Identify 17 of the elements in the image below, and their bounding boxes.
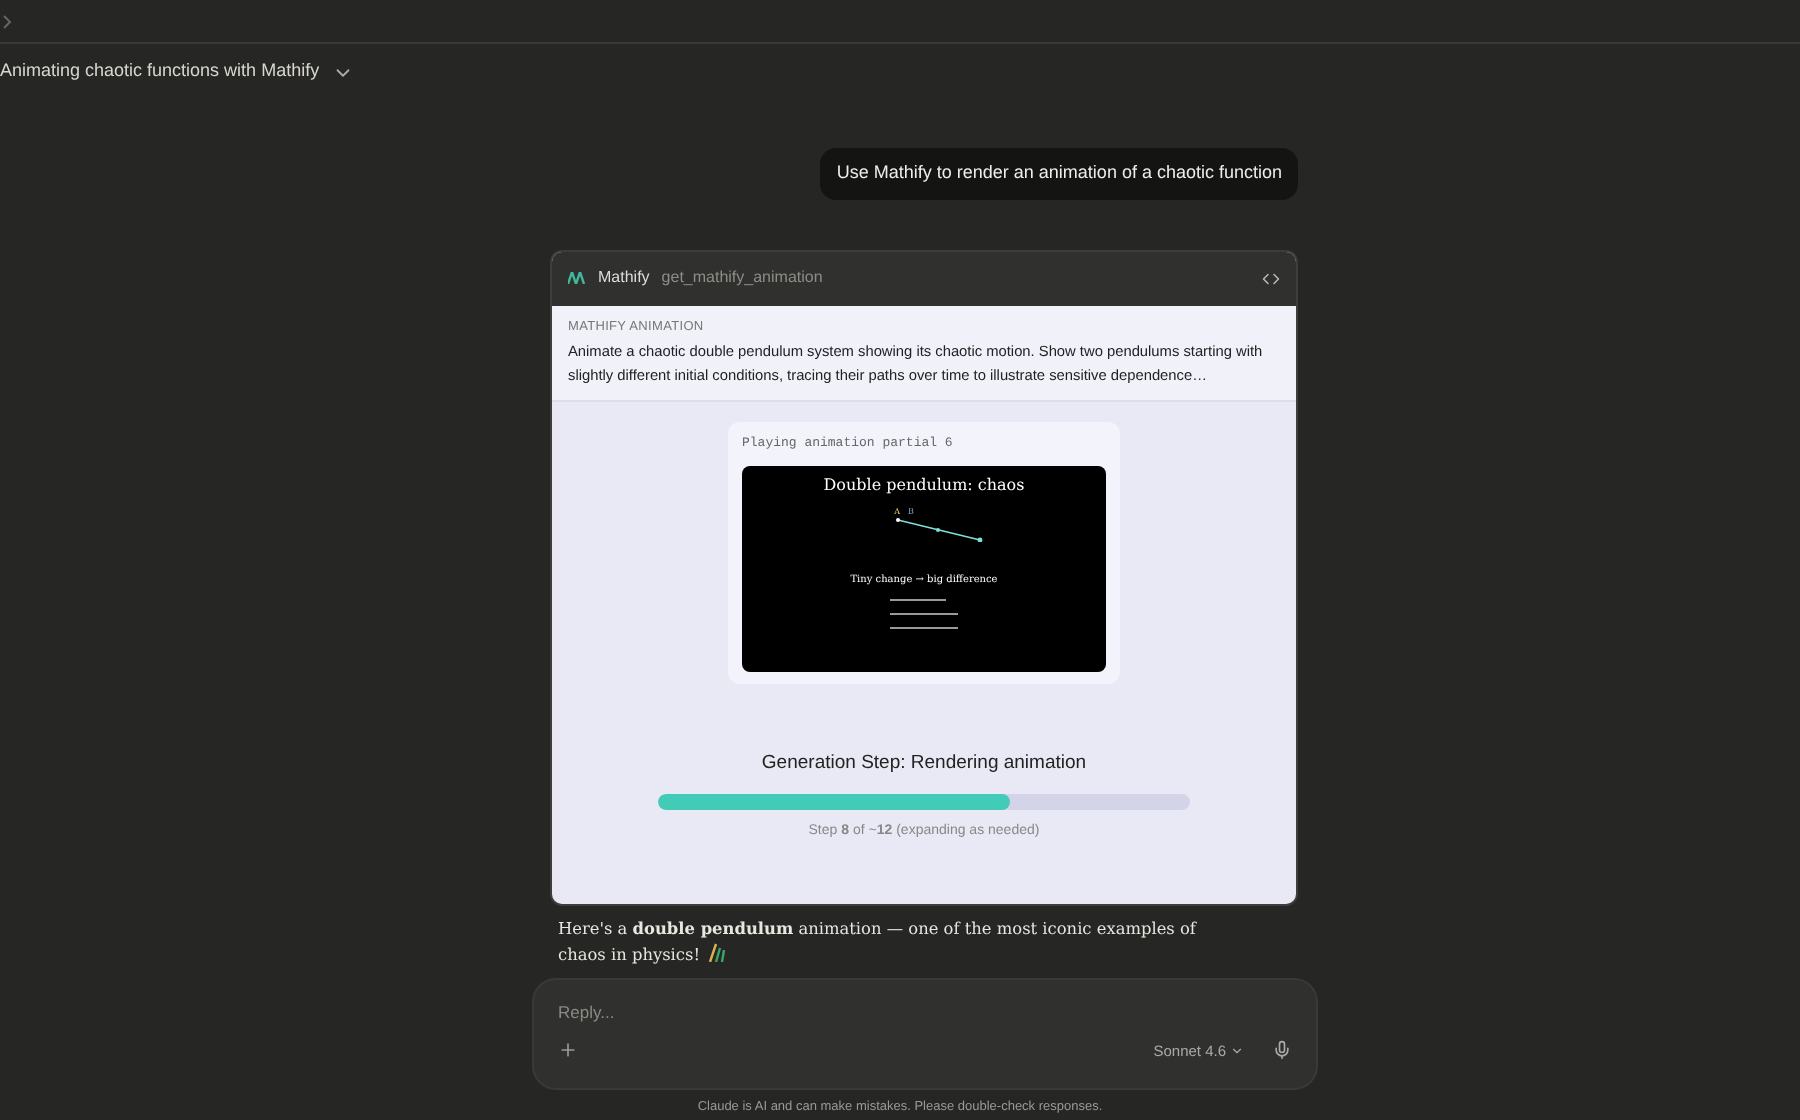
microphone-icon[interactable] <box>1272 1040 1292 1061</box>
logo-icon <box>568 272 586 284</box>
plus-icon[interactable] <box>558 1040 578 1061</box>
striped-emoji-icon <box>706 941 727 962</box>
step-title: Generation Step: Rendering animation <box>761 750 1087 778</box>
conversation-title[interactable]: Animating chaotic functions with Mathify <box>0 58 320 86</box>
pendulum-drawing <box>896 518 984 542</box>
chevron-down-icon <box>1230 1043 1244 1058</box>
reply-field[interactable]: Reply... <box>558 997 1292 1026</box>
app-name: Mathify <box>598 266 650 290</box>
function-name: get_mathify_animation <box>661 266 823 290</box>
assistant-message: Here's a double pendulum animation — one of the most iconic examples of chaos in physics! <box>558 915 1199 968</box>
code-icon[interactable] <box>1262 269 1280 287</box>
user-message: Use Mathify to render an animation of a chaotic function <box>820 148 1298 199</box>
chevron-right-icon[interactable] <box>2 13 14 29</box>
frame-title: Double pendulum: chaos <box>823 474 1025 498</box>
equations-drawing <box>886 593 962 633</box>
